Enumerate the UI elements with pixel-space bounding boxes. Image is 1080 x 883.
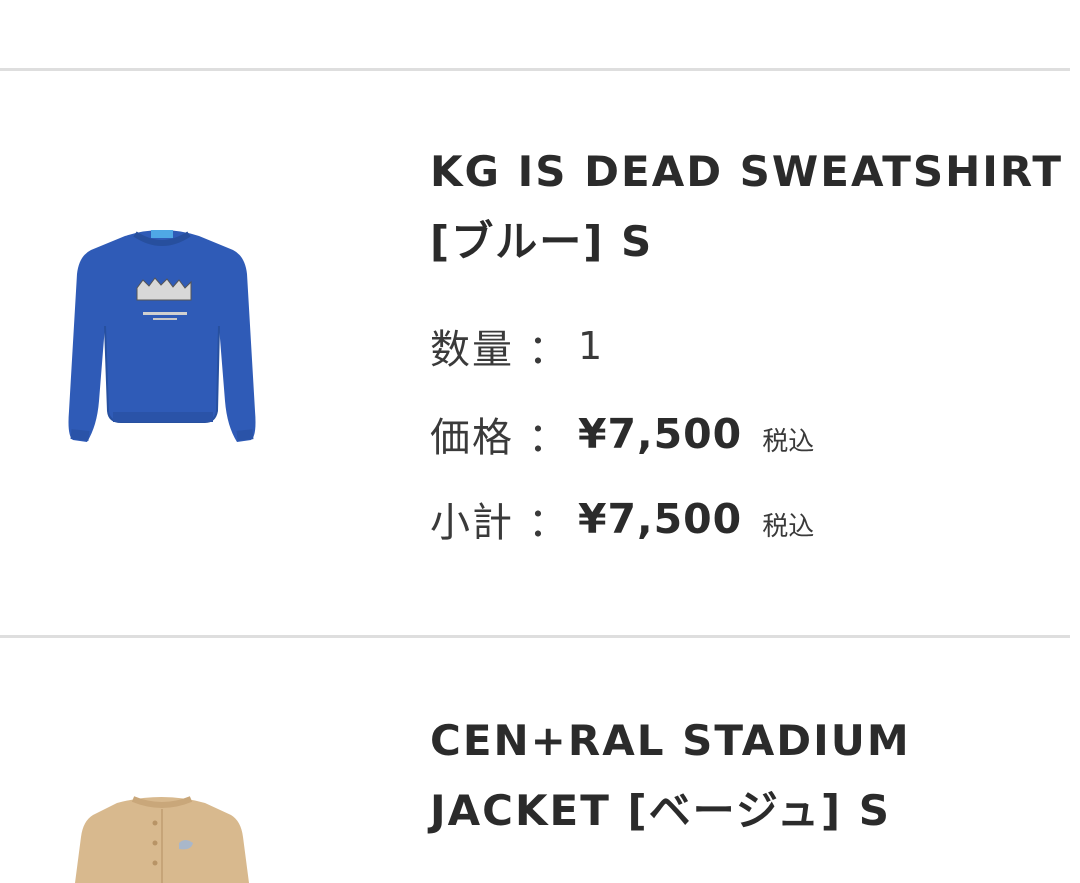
- price-row: 価格 ： ¥7,500 税込: [430, 404, 814, 464]
- quantity-colon: ：: [528, 327, 568, 373]
- product-name[interactable]: CEN+RAL STADIUM: [430, 706, 1070, 776]
- product-image[interactable]: [55, 793, 270, 883]
- subtotal-value: ¥7,500: [578, 495, 743, 543]
- beige-jacket-icon: [75, 796, 249, 883]
- price-label: 価格: [430, 415, 514, 461]
- subtotal-label: 小計: [430, 500, 514, 546]
- blue-sweatshirt-icon: [68, 230, 256, 442]
- product-variant: [ブルー] S: [430, 207, 1070, 277]
- product-name-line1: KG IS DEAD SWEATSHIRT: [430, 147, 1063, 196]
- quantity-row: 数量 ： 1: [430, 316, 602, 376]
- product-image[interactable]: [55, 226, 270, 451]
- cart-item: KG IS DEAD SWEATSHIRT [ブルー] S 数量 ： 1 価格 …: [0, 71, 1080, 636]
- quantity-label: 数量: [430, 327, 514, 373]
- price-tax-label: 税込: [762, 426, 815, 457]
- product-name-line2: [ブルー] S: [430, 217, 654, 266]
- product-name-line1: CEN+RAL STADIUM: [430, 716, 911, 765]
- price-colon: ：: [528, 415, 568, 461]
- price-value: ¥7,500: [578, 410, 743, 458]
- subtotal-colon: ：: [528, 500, 568, 546]
- product-name[interactable]: KG IS DEAD SWEATSHIRT: [430, 137, 1070, 207]
- product-variant: JACKET [ベージュ] S: [430, 776, 1070, 846]
- subtotal-tax-label: 税込: [762, 511, 815, 542]
- subtotal-row: 小計 ： ¥7,500 税込: [430, 489, 814, 549]
- quantity-value: 1: [578, 324, 603, 368]
- cart-item: CEN+RAL STADIUM JACKET [ベージュ] S: [0, 638, 1080, 883]
- product-name-line2: JACKET [ベージュ] S: [430, 786, 891, 835]
